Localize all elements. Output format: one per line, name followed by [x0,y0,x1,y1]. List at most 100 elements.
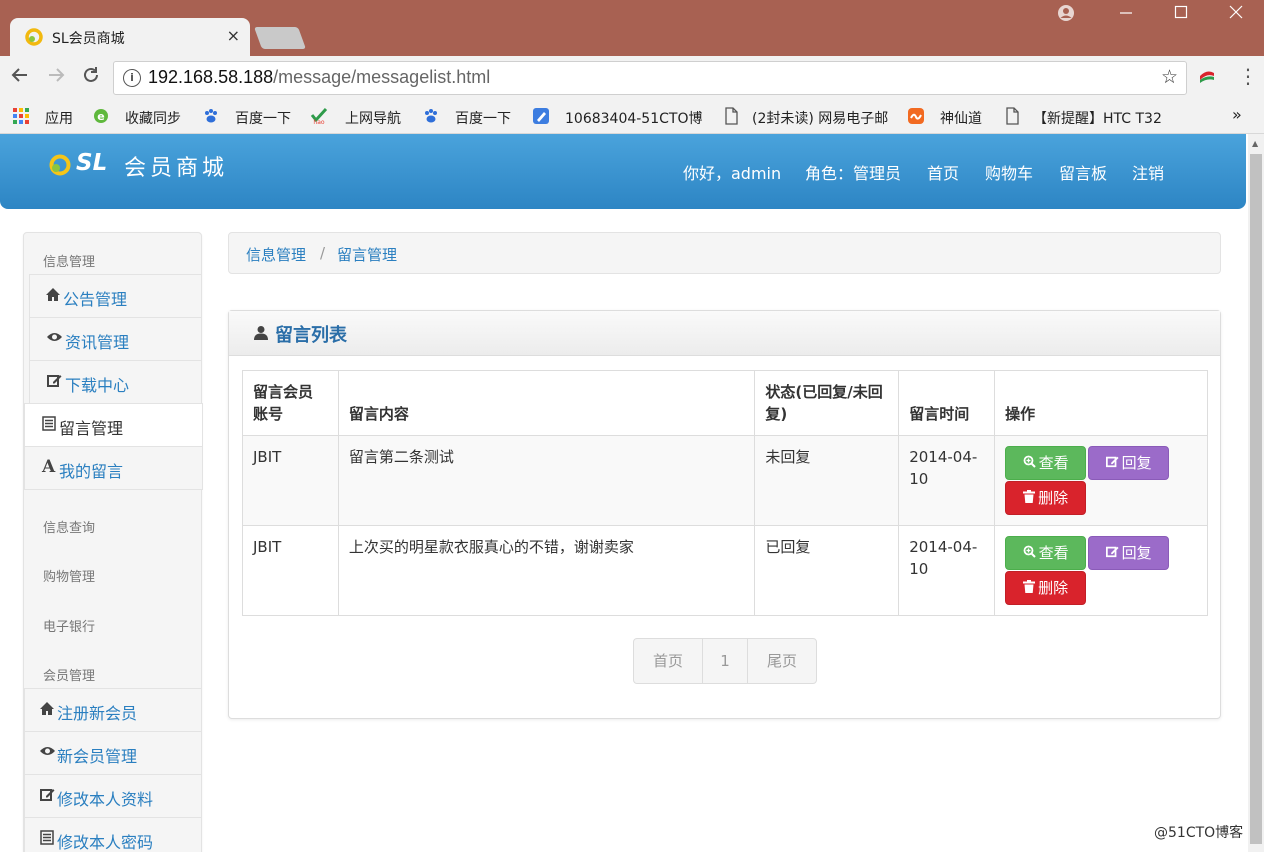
baidu-paw-icon [205,109,217,123]
sidebar-item-register-member[interactable]: 注册新会员 [24,688,202,732]
nav-logout[interactable]: 注销 [1132,160,1164,184]
bookmark-baidu-2[interactable]: 百度一下 [455,108,511,128]
nav-home[interactable]: 首页 [927,160,959,184]
maximize-icon[interactable] [1166,4,1196,23]
browser-tab[interactable]: SL会员商城 × [10,18,250,56]
sidebar-item-announcements[interactable]: 公告管理 [29,274,202,318]
trash-icon [1023,580,1036,597]
baidu-paw-icon-2 [425,109,437,123]
bookmark-51cto[interactable]: 10683404-51CTO博 [565,108,702,128]
bookmark-web-nav[interactable]: 上网导航 [345,108,401,128]
sidebar-item-label: 修改本人密码 [57,833,154,852]
table-row: JBIT 上次买的明星款衣服真心的不错，谢谢卖家 已回复 2014-04-10 … [242,525,1208,616]
address-bar[interactable]: i 192.168.58.188/message/messagelist.htm… [113,61,1187,95]
zoom-in-icon [1023,455,1036,472]
cell-time: 2014-04-10 [898,435,996,526]
bookmark-163-mail[interactable]: (2封未读) 网易电子邮 [752,108,888,128]
col-content: 留言内容 [337,370,756,436]
browser-titlebar: SL会员商城 × [0,0,1264,56]
col-status: 状态(已回复/未回复) [754,370,900,436]
list-icon [42,416,56,435]
sidebar-item-label: 修改本人资料 [57,790,154,809]
sidebar-item-change-password[interactable]: 修改本人密码 [24,817,202,852]
bookmark-apps[interactable]: 应用 [45,108,73,128]
edit-icon [1105,546,1119,562]
cell-account: JBIT [242,435,339,526]
forward-icon[interactable] [46,65,66,90]
list-icon [40,830,54,849]
logo-sl-text: SL [76,150,108,176]
bookmark-sync[interactable]: 收藏同步 [125,108,181,128]
close-window-icon[interactable] [1221,4,1251,23]
view-button[interactable]: 查看 [1005,536,1087,570]
bookmark-shenxiandao[interactable]: 神仙道 [940,108,982,128]
edit-icon [47,373,62,392]
nav-role: 角色：管理员 [805,164,902,183]
reload-icon[interactable] [81,65,101,90]
page-scrollbar[interactable]: ▲ [1248,134,1264,852]
sidebar-item-message-mgmt[interactable]: 留言管理 [24,403,203,447]
page-content: SL 会员商城 你好，admin 角色：管理员 首页 购物车 留言板 注销 信息… [0,134,1248,852]
sidebar-item-edit-profile[interactable]: 修改本人资料 [24,774,202,818]
site-favicon-icon [25,28,43,46]
breadcrumb-info-mgmt[interactable]: 信息管理 [246,244,306,265]
first-page-button[interactable]: 首页 [634,639,703,683]
reply-button[interactable]: 回复 [1088,536,1170,570]
browser-menu-icon[interactable]: ⋮ [1238,64,1258,88]
back-icon[interactable] [10,65,30,90]
url-text[interactable]: 192.168.58.188/message/messagelist.html [148,67,490,88]
panel-header: 留言列表 [229,311,1220,356]
game-icon [908,108,924,124]
zoom-in-icon [1023,545,1036,562]
message-table: 留言会员账号 留言内容 状态(已回复/未回复) 留言时间 操作 JBIT 留言第… [242,370,1208,616]
edit-icon [40,787,55,806]
scrollbar-thumb[interactable] [1250,154,1262,844]
sidebar-section-shopping[interactable]: 购物管理 [43,566,95,585]
delete-button[interactable]: 删除 [1005,571,1087,605]
bookmarks-bar: 应用 e 收藏同步 百度一下 hao 上网导航 百度一下 10683404-51… [0,100,1264,134]
watermark: @51CTO博客 [1154,825,1244,841]
sidebar-item-new-members[interactable]: 新会员管理 [24,731,202,775]
breadcrumb-message-mgmt[interactable]: 留言管理 [337,244,397,265]
page-1-button[interactable]: 1 [703,639,748,683]
view-button[interactable]: 查看 [1005,446,1087,480]
profile-icon[interactable] [1051,4,1081,26]
sidebar-item-downloads[interactable]: 下载中心 [29,360,202,404]
delete-button[interactable]: 删除 [1005,481,1087,515]
sidebar-item-label: 注册新会员 [57,704,138,723]
font-icon: A [42,457,56,477]
sidebar-item-label: 留言管理 [59,419,124,438]
sidebar-item-label: 新会员管理 [57,747,138,766]
sidebar-item-label: 我的留言 [59,462,124,481]
tab-close-icon[interactable]: × [227,26,240,45]
eye-icon [39,744,56,762]
sidebar-section-info-query[interactable]: 信息查询 [43,517,95,536]
apps-grid-icon[interactable] [12,107,30,125]
minimize-icon[interactable] [1111,4,1141,23]
trash-icon [1023,490,1036,507]
site-info-icon[interactable]: i [123,69,141,87]
extension-icon[interactable] [1198,67,1216,85]
hao-nav-icon: hao [310,107,328,125]
scroll-up-icon[interactable]: ▲ [1252,139,1258,148]
bookmark-baidu-1[interactable]: 百度一下 [235,108,291,128]
logo-name-text: 会员商城 [124,156,229,181]
bookmark-htc[interactable]: 【新提醒】HTC T32 [1033,108,1162,128]
last-page-button[interactable]: 尾页 [748,639,816,683]
new-tab-button[interactable] [253,27,307,49]
cell-status: 已回复 [754,525,900,616]
cell-content: 上次买的明星款衣服真心的不错，谢谢卖家 [337,525,756,616]
nav-cart[interactable]: 购物车 [985,160,1033,184]
more-bookmarks-icon[interactable]: » [1232,105,1242,124]
svg-text:e: e [97,110,104,123]
bookmark-star-icon[interactable]: ☆ [1161,66,1178,88]
pen-icon [533,108,549,124]
sidebar-section-ebank[interactable]: 电子银行 [43,616,95,635]
cell-content: 留言第二条测试 [337,435,756,526]
nav-message-board[interactable]: 留言板 [1059,160,1107,184]
reply-button[interactable]: 回复 [1088,446,1170,480]
sidebar-item-news[interactable]: 资讯管理 [29,317,202,361]
sidebar-item-my-messages[interactable]: A 我的留言 [24,446,203,490]
sidebar-item-label: 下载中心 [65,376,130,395]
table-row: JBIT 留言第二条测试 未回复 2014-04-10 查看 回复 删除 [242,435,1208,526]
